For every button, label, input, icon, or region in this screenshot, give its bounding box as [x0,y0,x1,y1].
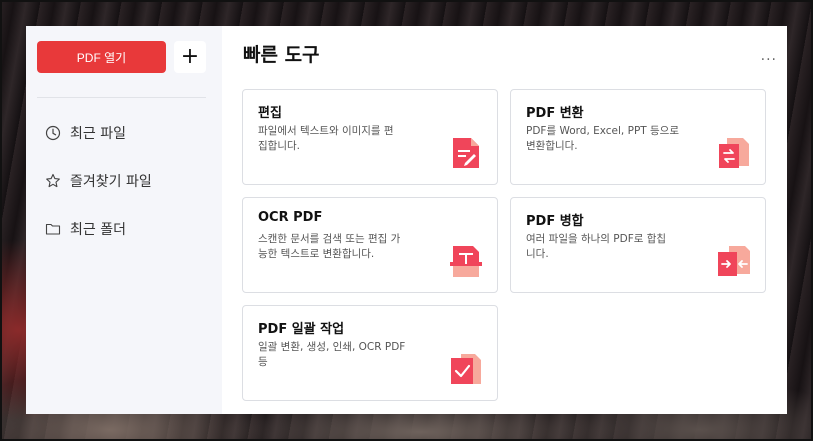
card-description: 스캔한 문서를 검색 또는 편집 가 능한 텍스트로 변환합니다. [258,233,401,260]
card-description: 파일에서 텍스트와 이미지를 편 집합니다. [258,125,394,152]
card-title: PDF 일괄 작업 [258,322,345,337]
card-description: 일괄 변환, 생성, 인쇄, OCR PDF 등 [258,341,406,368]
tool-card-merge[interactable]: PDF 병합 여러 파일을 하나의 PDF로 합칩 니다. [510,197,766,293]
sidebar-item-label: 즐겨찾기 파일 [70,174,152,190]
card-title: 편집 [258,106,282,121]
home-window: PDF 열기 + 최근 파일 즐겨찾기 파일 최근 폴더 빠른 도구 ... 편… [26,26,787,414]
card-title: PDF 병합 [526,214,584,229]
sidebar-item-recent-folders[interactable]: 최근 폴더 [45,217,126,241]
star-icon [45,173,61,189]
open-pdf-button[interactable]: PDF 열기 [37,41,166,73]
batch-check-icon [451,354,481,384]
sidebar-divider [37,97,206,98]
tool-card-convert[interactable]: PDF 변환 PDF를 Word, Excel, PPT 등으로 변환합니다. [510,89,766,185]
sidebar-item-recent-files[interactable]: 최근 파일 [45,121,126,145]
card-description: PDF를 Word, Excel, PPT 등으로 변환합니다. [526,125,680,152]
card-description: 여러 파일을 하나의 PDF로 합칩 니다. [526,233,667,260]
more-options-button[interactable]: ... [761,48,777,64]
sidebar-item-label: 최근 폴더 [70,222,126,238]
sidebar: PDF 열기 + 최근 파일 즐겨찾기 파일 최근 폴더 [26,26,222,414]
folder-icon [45,221,61,237]
tool-card-batch[interactable]: PDF 일괄 작업 일괄 변환, 생성, 인쇄, OCR PDF 등 [242,305,498,401]
card-title: PDF 변환 [526,106,584,121]
tool-card-edit[interactable]: 편집 파일에서 텍스트와 이미지를 편 집합니다. [242,89,498,185]
page-title: 빠른 도구 [243,44,320,66]
card-title: OCR PDF [258,210,323,225]
merge-icon [718,246,750,276]
sidebar-item-label: 최근 파일 [70,126,126,142]
sidebar-item-favorite-files[interactable]: 즐겨찾기 파일 [45,169,152,193]
convert-icon [719,138,749,168]
add-button[interactable]: + [174,41,206,73]
ocr-scan-icon [450,246,482,277]
edit-document-icon [453,138,479,168]
tool-card-ocr[interactable]: OCR PDF 스캔한 문서를 검색 또는 편집 가 능한 텍스트로 변환합니다… [242,197,498,293]
clock-icon [45,125,61,141]
main-panel: 빠른 도구 ... 편집 파일에서 텍스트와 이미지를 편 집합니다. PDF … [222,26,787,414]
